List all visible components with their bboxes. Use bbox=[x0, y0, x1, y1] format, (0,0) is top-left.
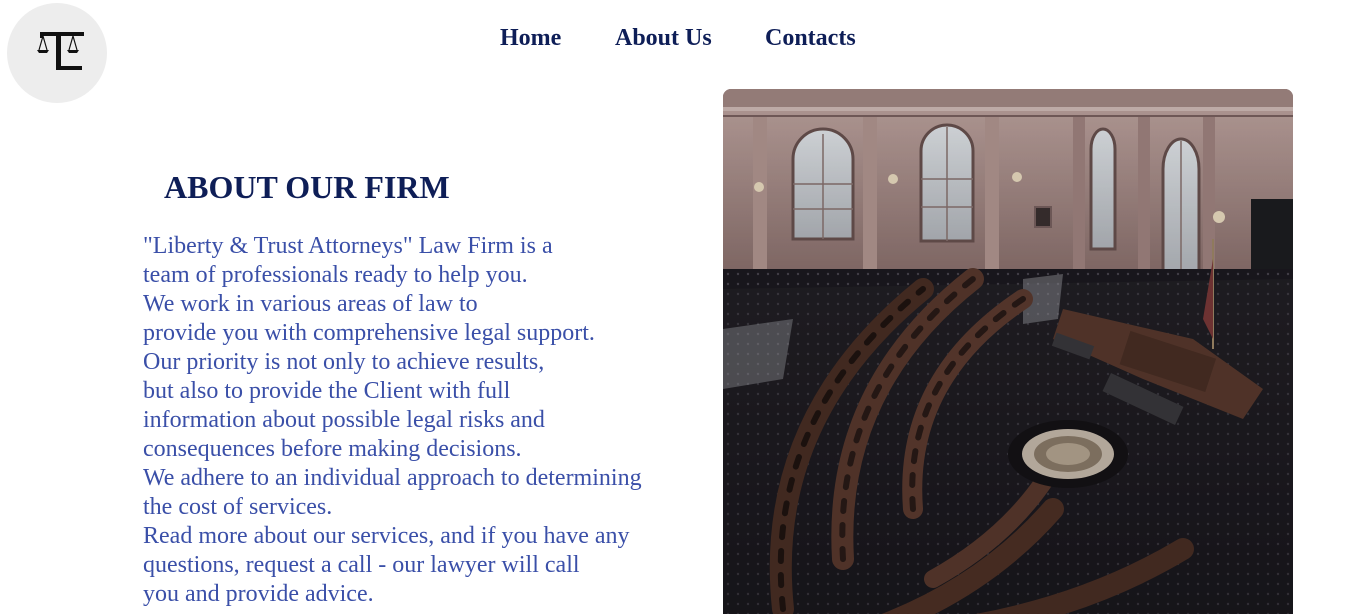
about-line: "Liberty & Trust Attorneys" Law Firm is … bbox=[143, 233, 553, 259]
about-line: you and provide advice. bbox=[143, 581, 374, 607]
main-nav: Home About Us Contacts bbox=[0, 22, 1353, 56]
about-line: Our priority is not only to achieve resu… bbox=[143, 349, 545, 375]
about-line: We adhere to an individual approach to d… bbox=[143, 465, 642, 491]
about-line: We work in various areas of law to bbox=[143, 291, 478, 317]
about-description: "Liberty & Trust Attorneys" Law Firm is … bbox=[143, 232, 703, 609]
page: Home About Us Contacts ABOUT OUR FIRM "L… bbox=[0, 0, 1353, 614]
about-line: Read more about our services, and if you… bbox=[143, 523, 630, 549]
legislative-chamber-photo bbox=[723, 89, 1293, 614]
about-line: provide you with comprehensive legal sup… bbox=[143, 320, 595, 346]
about-line: but also to provide the Client with full bbox=[143, 378, 511, 404]
nav-home-link[interactable]: Home bbox=[500, 22, 561, 54]
about-line: consequences before making decisions. bbox=[143, 436, 522, 462]
about-line: team of professionals ready to help you. bbox=[143, 262, 528, 288]
nav-contacts-link[interactable]: Contacts bbox=[765, 22, 856, 54]
about-line: information about possible legal risks a… bbox=[143, 407, 545, 433]
about-line: questions, request a call - our lawyer w… bbox=[143, 552, 580, 578]
about-line: the cost of services. bbox=[143, 494, 333, 520]
nav-about-us-link[interactable]: About Us bbox=[615, 22, 712, 54]
chamber-illustration bbox=[723, 89, 1293, 614]
about-heading: ABOUT OUR FIRM bbox=[164, 169, 450, 205]
